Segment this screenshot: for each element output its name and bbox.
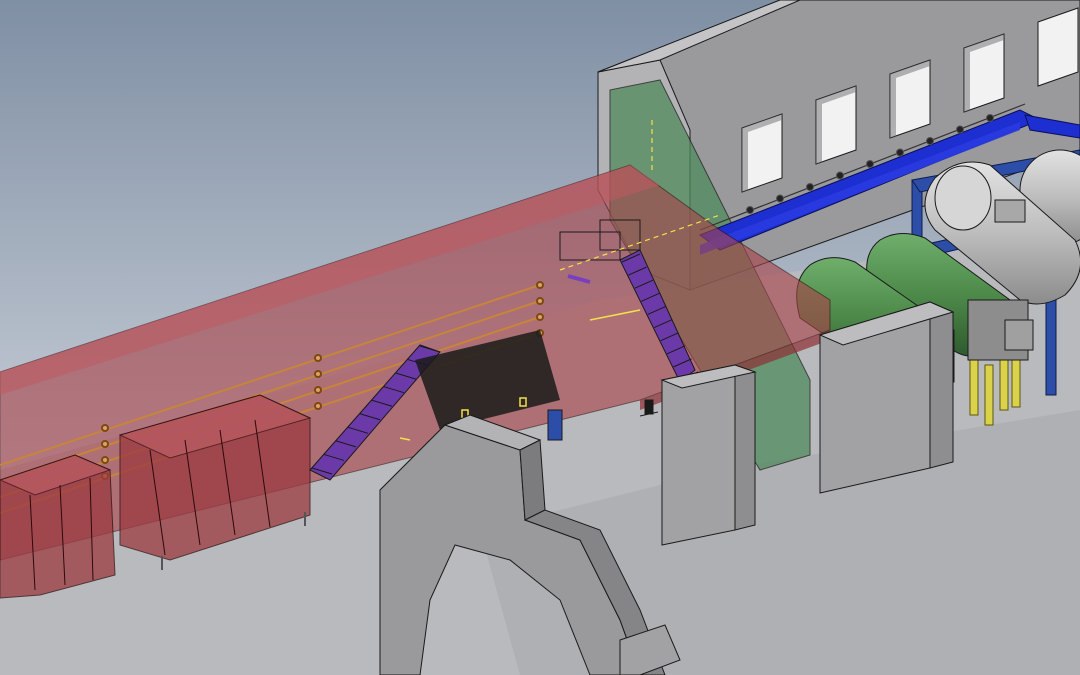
- pipe-end: [536, 281, 544, 289]
- conveyor-roller: [986, 114, 994, 122]
- pillar-1: [660, 364, 757, 546]
- factory-3d-scene[interactable]: [0, 0, 1080, 675]
- conveyor-roller: [926, 137, 934, 145]
- conveyor-roller: [746, 206, 754, 214]
- pillar-2: [818, 301, 955, 494]
- pipe-flange: [314, 354, 322, 362]
- conveyor-roller: [866, 160, 874, 168]
- pipe-flange: [101, 424, 109, 432]
- pipe-end: [536, 297, 544, 305]
- conveyor-roller: [896, 148, 904, 157]
- pipe-flange: [101, 456, 109, 464]
- conveyor-roller: [776, 194, 784, 203]
- pipe-flange: [314, 370, 322, 378]
- conveyor-roller: [836, 171, 844, 180]
- pipe-end: [536, 313, 544, 321]
- pipe-flange: [314, 402, 322, 410]
- conveyor-roller: [806, 183, 814, 191]
- hopper-1: [0, 454, 116, 599]
- pipe-flange: [314, 386, 322, 394]
- cad-viewport[interactable]: [0, 0, 1080, 675]
- conveyor-roller: [956, 125, 964, 134]
- pipe-flange: [101, 440, 109, 448]
